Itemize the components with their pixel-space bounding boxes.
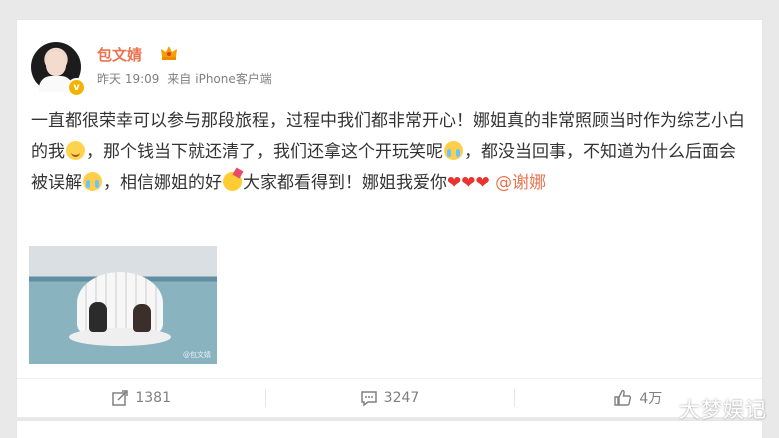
image-watermark: @包文婧 xyxy=(183,351,211,359)
post-time[interactable]: 昨天 19:09 xyxy=(97,72,159,86)
heart-icon: ❤ xyxy=(461,173,476,193)
person-2 xyxy=(133,304,151,332)
avatar[interactable]: v xyxy=(31,42,86,97)
verified-icon: v xyxy=(67,78,86,97)
heart-icon: ❤ xyxy=(475,173,490,193)
like-icon xyxy=(614,389,632,406)
party-face-emoji-icon xyxy=(223,172,242,191)
source-watermark: 大梦娱记 xyxy=(679,398,767,422)
post-text: 一直都很荣幸可以参与那段旅程，过程中我们都非常开心！娜姐真的非常照顾当时作为综艺… xyxy=(31,106,751,199)
laugh-cry-emoji-icon xyxy=(444,141,463,160)
next-post-card xyxy=(16,420,763,438)
post-source[interactable]: iPhone客户端 xyxy=(195,72,272,86)
share-icon xyxy=(112,390,129,406)
post-image[interactable]: @包文婧 xyxy=(29,246,217,364)
weibo-post-card: v 包文婧 昨天 19:09 来自 iPhone客户端 一直都很荣幸可以参与那段旅… xyxy=(16,19,763,417)
avatar-face xyxy=(46,52,66,76)
share-button[interactable]: 1381 xyxy=(17,379,265,417)
source-prefix: 来自 xyxy=(167,72,192,86)
username[interactable]: 包文婧 xyxy=(97,44,142,65)
shell-base xyxy=(69,328,171,346)
shy-smile-emoji-icon xyxy=(66,141,85,160)
comment-button[interactable]: 3247 xyxy=(265,379,513,417)
comment-count: 3247 xyxy=(383,390,420,406)
mention-link[interactable]: @谢娜 xyxy=(495,173,546,193)
comment-icon xyxy=(360,391,377,407)
crying-emoji-icon xyxy=(83,172,102,191)
text-part-2: ，那个钱当下就还清了，我们还拿这个开玩笑呢 xyxy=(86,142,443,162)
person-1 xyxy=(89,302,107,332)
action-bar: 1381 3247 4万 xyxy=(17,379,762,417)
crown-icon xyxy=(161,46,177,60)
text-part-4: ，相信娜姐的好 xyxy=(103,173,222,193)
heart-icon: ❤ xyxy=(447,173,462,193)
post-meta: 昨天 19:09 来自 iPhone客户端 xyxy=(97,70,276,87)
text-part-5: 大家都看得到！娜姐我爱你 xyxy=(243,173,447,193)
share-count: 1381 xyxy=(135,390,171,406)
like-count: 4万 xyxy=(639,391,663,407)
